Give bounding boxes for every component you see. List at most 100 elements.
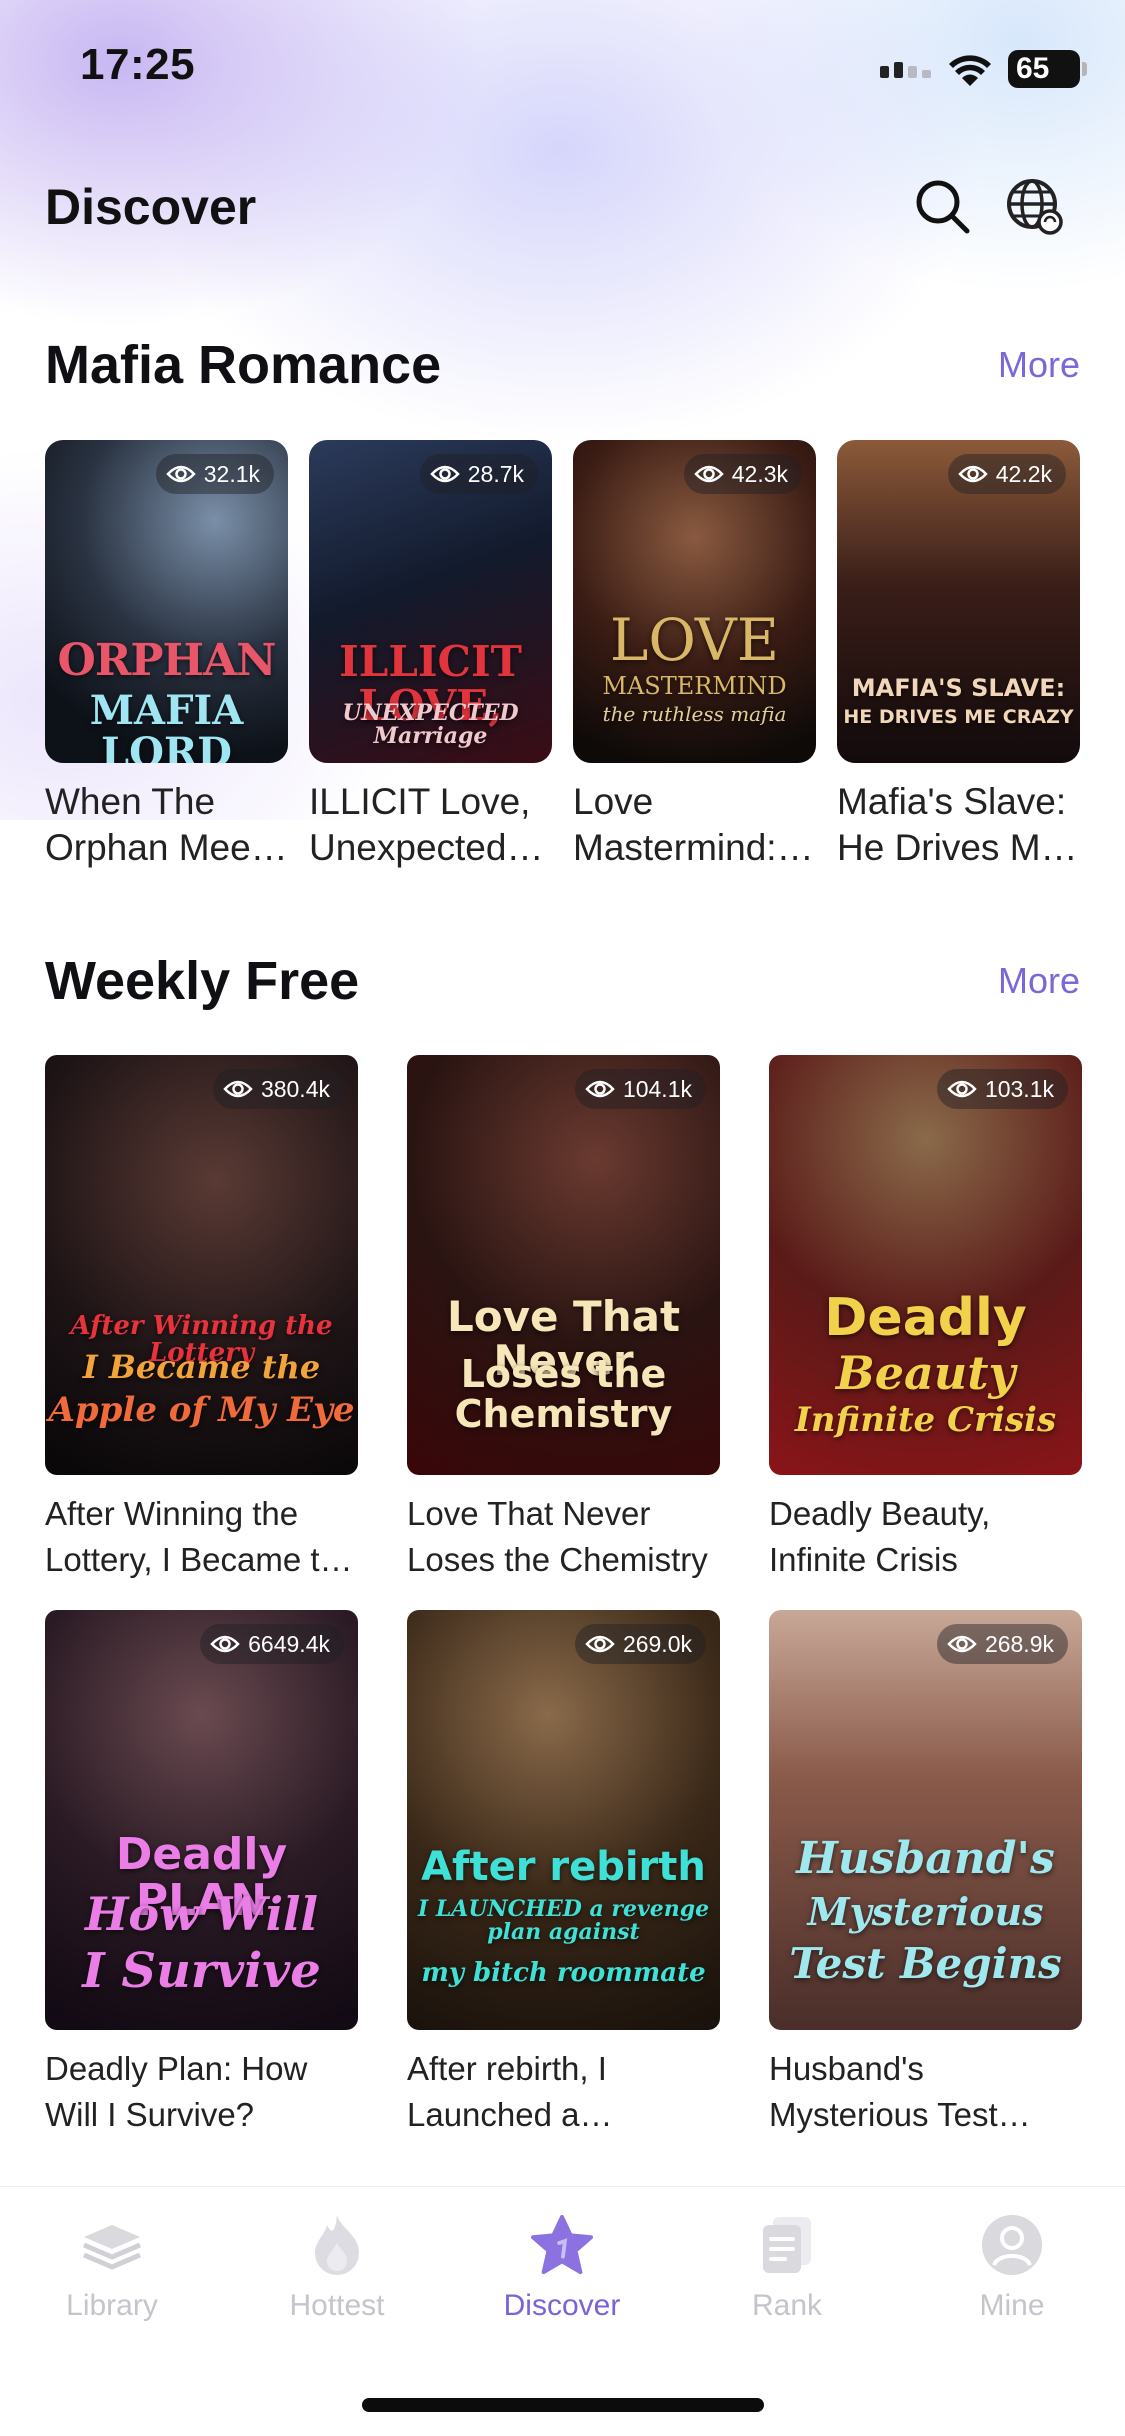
eye-icon <box>694 465 724 483</box>
view-count-badge: 268.9k <box>936 1624 1068 1664</box>
book-title: Deadly Beauty, Infinite Crisis <box>769 1495 991 1578</box>
book-card[interactable]: 42.2k MAFIA'S SLAVE: HE DRIVES ME CRAZY … <box>837 440 1080 871</box>
view-count-badge: 103.1k <box>936 1069 1068 1109</box>
tab-hottest[interactable]: Hottest <box>257 2213 417 2323</box>
tab-discover[interactable]: Discover <box>482 2213 642 2323</box>
eye-icon <box>947 1080 977 1098</box>
book-card[interactable]: 380.4k After Winning the Lottery I Becam… <box>45 1055 358 1583</box>
book-card[interactable]: 104.1k Love That Never Loses the Chemist… <box>407 1055 720 1583</box>
eye-icon <box>585 1080 615 1098</box>
book-title: ILLICIT Love, Unexpected Marriage <box>309 781 531 868</box>
view-count-badge: 380.4k <box>212 1069 344 1109</box>
battery-icon: 65 <box>1008 50 1080 88</box>
book-cover: 380.4k After Winning the Lottery I Becam… <box>45 1055 358 1475</box>
book-cover: 6649.4k Deadly PLAN How Will I Survive <box>45 1610 358 2030</box>
eye-icon <box>210 1635 240 1653</box>
wifi-icon <box>949 55 991 86</box>
view-count: 104.1k <box>622 1075 692 1102</box>
search-icon <box>916 180 970 234</box>
book-cover: 104.1k Love That Never Loses the Chemist… <box>407 1055 720 1475</box>
eye-icon <box>430 465 460 483</box>
cover-title: I Became the <box>82 1348 321 1386</box>
cover-title: Mysterious <box>807 1889 1044 1934</box>
weekly-free-row-2: 6649.4k Deadly PLAN How Will I Survive D… <box>45 1610 1082 2138</box>
profile-icon <box>980 2213 1044 2277</box>
section-title-mafia-romance: Mafia Romance <box>45 335 442 395</box>
star-icon <box>530 2213 594 2277</box>
status-bar: 17:25 65 <box>0 0 1125 140</box>
tab-label: Mine <box>979 2289 1045 2322</box>
tab-rank[interactable]: Rank <box>707 2213 867 2323</box>
battery-cap <box>1082 62 1087 76</box>
cover-subtitle: MASTERMIND <box>602 672 787 700</box>
book-title: Love That Never Loses the Chemistry <box>407 1495 708 1578</box>
more-link-mafia-romance[interactable]: More <box>998 344 1080 386</box>
cover-title: Deadly <box>824 1288 1027 1348</box>
home-indicator[interactable] <box>362 2398 764 2412</box>
view-count: 103.1k <box>984 1075 1054 1102</box>
view-count: 269.0k <box>622 1630 692 1657</box>
cover-title: my bitch roommate <box>421 1958 706 1988</box>
cover-title: MAFIA LORD <box>89 687 244 764</box>
cover-title: How Will <box>84 1887 319 1941</box>
discover-screen: 17:25 65 Discover Mafia Romance More 32.… <box>0 0 1125 2436</box>
page-title: Discover <box>45 179 257 235</box>
book-title: Love Mastermind: The Ruthless Mafia <box>573 781 777 868</box>
book-card[interactable]: 32.1k ORPHAN MAFIA LORD When The Orphan … <box>45 440 288 871</box>
view-count: 380.4k <box>260 1075 330 1102</box>
view-count: 42.3k <box>731 460 788 487</box>
cover-title: Infinite Crisis <box>794 1400 1057 1440</box>
eye-icon <box>223 1080 253 1098</box>
tab-library[interactable]: Library <box>32 2213 192 2323</box>
cover-title: After rebirth <box>421 1844 706 1890</box>
cover-title: Test Begins <box>789 1939 1062 1988</box>
status-time: 17:25 <box>80 40 196 89</box>
view-count: 28.7k <box>467 460 524 487</box>
more-link-weekly-free[interactable]: More <box>998 960 1080 1002</box>
book-card[interactable]: 269.0k After rebirth I LAUNCHED a reveng… <box>407 1610 720 2138</box>
view-count: 42.2k <box>995 460 1052 487</box>
view-count-badge: 269.0k <box>574 1624 706 1664</box>
language-button[interactable] <box>1002 174 1068 240</box>
rank-icon <box>755 2213 819 2277</box>
book-card[interactable]: 103.1k Deadly Beauty Infinite Crisis Dea… <box>769 1055 1082 1583</box>
cellular-signal-icon <box>880 62 931 78</box>
book-card[interactable]: 42.3k LOVE MASTERMIND the ruthless mafia… <box>573 440 816 871</box>
book-title: Deadly Plan: How Will I Survive? <box>45 2050 308 2133</box>
view-count-badge: 104.1k <box>574 1069 706 1109</box>
globe-icon <box>1007 179 1063 235</box>
tab-label: Hottest <box>289 2289 385 2322</box>
tab-label: Discover <box>503 2289 621 2322</box>
tab-mine[interactable]: Mine <box>932 2213 1092 2323</box>
cover-title: I LAUNCHED a revenge plan against <box>417 1896 710 1946</box>
cover-subtitle: HE DRIVES ME CRAZY <box>843 706 1074 728</box>
book-card[interactable]: 268.9k Husband's Mysterious Test Begins … <box>769 1610 1082 2138</box>
book-cover: 32.1k ORPHAN MAFIA LORD <box>45 440 288 763</box>
cover-title: Beauty <box>835 1346 1016 1400</box>
cover-title: I Survive <box>82 1943 321 1999</box>
view-count: 32.1k <box>203 460 260 487</box>
book-card[interactable]: 6649.4k Deadly PLAN How Will I Survive D… <box>45 1610 358 2138</box>
book-cover: 103.1k Deadly Beauty Infinite Crisis <box>769 1055 1082 1475</box>
cover-subtitle: UNEXPECTED Marriage <box>342 700 519 750</box>
cover-title: MAFIA'S SLAVE: <box>851 674 1066 702</box>
tab-label: Library <box>66 2289 158 2322</box>
book-title: After rebirth, I Launched a Revenge Plan… <box>407 2050 607 2133</box>
book-title: After Winning the Lottery, I Became the … <box>45 1495 357 1578</box>
cover-title: ORPHAN <box>57 635 277 686</box>
tab-label: Rank <box>751 2289 823 2322</box>
library-icon <box>80 2213 144 2277</box>
eye-icon <box>166 465 196 483</box>
book-cover: 42.3k LOVE MASTERMIND the ruthless mafia <box>573 440 816 763</box>
eye-icon <box>585 1635 615 1653</box>
book-cover: 269.0k After rebirth I LAUNCHED a reveng… <box>407 1610 720 2030</box>
cover-tagline: the ruthless mafia <box>602 702 787 726</box>
mafia-romance-row: 32.1k ORPHAN MAFIA LORD When The Orphan … <box>45 440 1080 871</box>
view-count-badge: 6649.4k <box>200 1624 344 1664</box>
view-count: 6649.4k <box>248 1630 330 1657</box>
search-button[interactable] <box>910 174 976 240</box>
view-count-badge: 32.1k <box>155 454 274 494</box>
book-card[interactable]: 28.7k ILLICIT LOVE, UNEXPECTED Marriage … <box>309 440 552 871</box>
battery-level: 65 <box>1016 52 1050 85</box>
book-cover: 268.9k Husband's Mysterious Test Begins <box>769 1610 1082 2030</box>
